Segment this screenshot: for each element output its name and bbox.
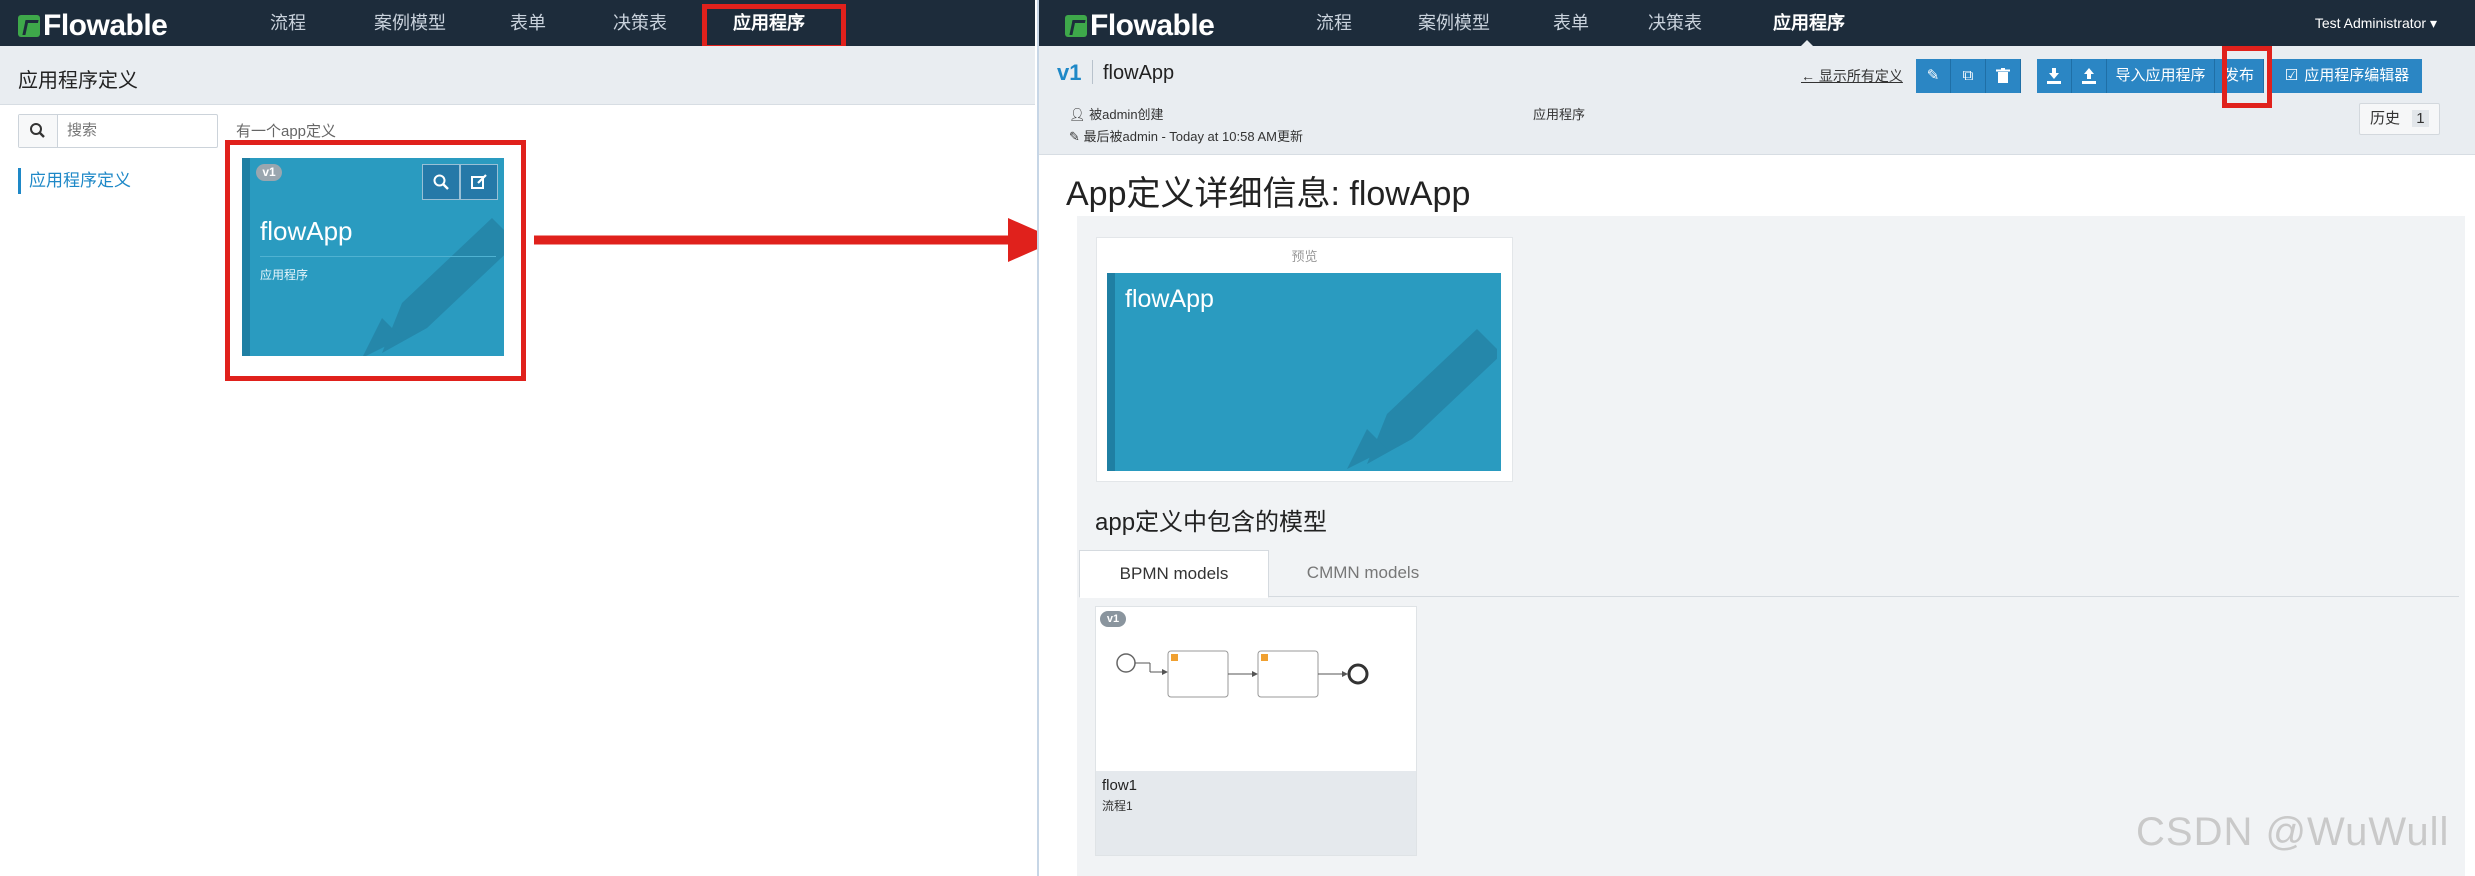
app-editor-button[interactable]: ☑ 应用程序编辑器: [2272, 59, 2422, 93]
model-description: 流程1: [1102, 799, 1133, 813]
pencil-icon: ✎: [1926, 67, 1940, 84]
end-event-icon: [1347, 663, 1369, 685]
user-menu[interactable]: Test Administrator ▾: [2315, 0, 2437, 46]
duplicate-button[interactable]: ⧉: [1951, 59, 1986, 93]
preview-app-name: flowApp: [1125, 285, 1214, 313]
chevron-down-icon: ▾: [2429, 15, 2437, 31]
title-divider: [1092, 60, 1093, 84]
upload-button[interactable]: [2072, 59, 2107, 93]
app-version: v1: [1057, 60, 1082, 85]
edit-icon: ☑: [2284, 67, 2299, 84]
app-type: 应用程序: [1533, 107, 1586, 122]
tab-bpmn-models[interactable]: BPMN models: [1079, 550, 1269, 598]
nav-decision-tables[interactable]: 决策表: [1635, 0, 1715, 46]
created-by-text: 被admin创建: [1089, 107, 1164, 122]
app-editor-label: 应用程序编辑器: [2304, 67, 2410, 84]
card-stripe: [1107, 273, 1115, 471]
download-icon: [2047, 68, 2061, 84]
preview-label: 预览: [1291, 249, 1318, 264]
arrow-to-detail: [534, 218, 1058, 262]
nav-case-models[interactable]: 案例模型: [1404, 0, 1504, 46]
highlight-publish: [2222, 46, 2272, 108]
right-screen: Flowable 流程 案例模型 表单 决策表 应用程序 Test Admini…: [1037, 0, 2475, 876]
model-name: flow1: [1102, 777, 1138, 794]
history-button[interactable]: 历史 1: [2359, 103, 2440, 135]
delete-button[interactable]: [1986, 59, 2021, 93]
trash-icon: [1996, 68, 2010, 83]
created-by: 👤︎ 被admin创建: [1069, 104, 1164, 123]
flowable-logo[interactable]: Flowable: [1065, 9, 1215, 43]
upload-icon: [2082, 68, 2096, 84]
nav-forms[interactable]: 表单: [1533, 0, 1609, 46]
preview-card: flowApp: [1107, 273, 1501, 471]
model-card-flow1[interactable]: v1 flow1 流程1: [1095, 606, 1417, 856]
edit-button[interactable]: ✎: [1916, 59, 1951, 93]
tab-cmmn-models[interactable]: CMMN models: [1279, 550, 1447, 596]
start-event-icon: [1116, 653, 1136, 673]
models-section-title: app定义中包含的模型: [1095, 509, 1328, 536]
flowable-logo-icon: [1065, 15, 1087, 37]
modified-by: ✎ 最后被admin - Today at 10:58 AM更新: [1069, 126, 1303, 145]
user-name: Test Administrator: [2314, 15, 2427, 31]
import-app-button[interactable]: 导入应用程序: [2107, 59, 2215, 93]
nav-processes[interactable]: 流程: [1294, 0, 1374, 46]
model-tabs: BPMN models CMMN models: [1079, 550, 2459, 598]
back-to-list-link[interactable]: ← 显示所有定义: [1801, 66, 1903, 86]
pencil-watermark-icon: [1347, 329, 1497, 469]
pencil-icon: ✎: [1069, 129, 1080, 144]
user-icon: 👤︎: [1069, 107, 1086, 122]
top-navbar: Flowable 流程 案例模型 表单 决策表 应用程序 Test Admini…: [1039, 0, 2475, 46]
modified-by-text: 最后被admin - Today at 10:58 AM更新: [1083, 129, 1303, 144]
app-name: flowApp: [1103, 62, 1175, 84]
brand-name: Flowable: [1090, 9, 1215, 42]
bpmn-diagram-thumbnail: [1116, 650, 1369, 698]
history-label: 历史: [2370, 110, 2401, 127]
version-badge: v1: [1100, 611, 1126, 627]
csdn-watermark: CSDN @WuWull: [2136, 810, 2450, 854]
copy-icon: ⧉: [1962, 67, 1974, 84]
detail-title: App定义详细信息: flowApp: [1066, 175, 1471, 213]
app-preview: 预览 flowApp: [1096, 237, 1513, 482]
model-card-footer: flow1 流程1: [1096, 771, 1416, 855]
download-button[interactable]: [2037, 59, 2072, 93]
history-count: 1: [2412, 110, 2429, 127]
